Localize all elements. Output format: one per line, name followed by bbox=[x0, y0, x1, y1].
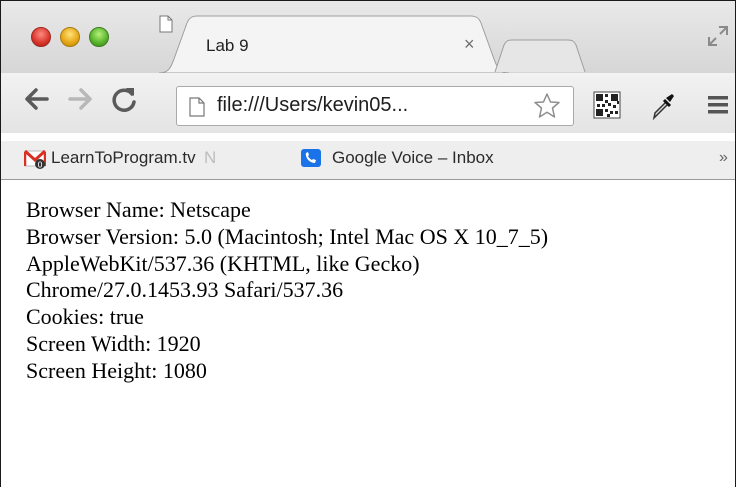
google-voice-icon bbox=[301, 149, 321, 167]
tab-close-icon[interactable]: × bbox=[464, 34, 475, 55]
forward-arrow-icon[interactable] bbox=[66, 85, 94, 113]
bookmarks-bar: 0 LearnToProgram.tv N Google Voice – Inb… bbox=[1, 141, 735, 180]
menu-icon[interactable] bbox=[706, 94, 730, 116]
svg-text:0: 0 bbox=[37, 161, 42, 170]
gmail-icon: 0 bbox=[24, 149, 46, 169]
bookmark-star-icon[interactable] bbox=[532, 91, 562, 121]
fullscreen-icon[interactable] bbox=[707, 25, 729, 47]
eyedropper-icon[interactable] bbox=[649, 91, 677, 121]
address-bar[interactable]: file:///Users/kevin05... bbox=[176, 86, 574, 126]
more-bookmarks-icon[interactable]: » bbox=[719, 149, 728, 167]
browser-version-continued-line: AppleWebKit/537.36 (KHTML, like Gecko) bbox=[26, 250, 420, 276]
bookmark-label: Google Voice – Inbox bbox=[332, 148, 494, 167]
close-window-button[interactable] bbox=[31, 27, 51, 47]
bookmark-label-faded: N bbox=[204, 148, 217, 167]
back-arrow-icon[interactable] bbox=[23, 85, 51, 113]
minimize-window-button[interactable] bbox=[60, 27, 80, 47]
tab-title: Lab 9 bbox=[206, 36, 249, 55]
window-controls bbox=[31, 27, 109, 47]
reload-icon[interactable] bbox=[109, 85, 139, 115]
screen-height-line: Screen Height: 1080 bbox=[26, 357, 207, 383]
new-tab-button[interactable] bbox=[494, 39, 586, 73]
qr-code-icon[interactable] bbox=[593, 91, 621, 119]
tab-lab-9[interactable]: Lab 9 × bbox=[159, 15, 509, 73]
browser-version-line: Browser Version: 5.0 (Macintosh; Intel M… bbox=[26, 223, 549, 249]
browser-name-line: Browser Name: Netscape bbox=[26, 197, 251, 222]
url-text: file:///Users/kevin05... bbox=[217, 94, 409, 116]
screen-width-line: Screen Width: 1920 bbox=[26, 330, 201, 356]
cookies-line: Cookies: true bbox=[26, 304, 144, 330]
tab-strip: Lab 9 × bbox=[1, 1, 735, 73]
browser-version-continued-line: Chrome/27.0.1453.93 Safari/537.36 bbox=[26, 277, 344, 303]
browser-window: Lab 9 × file:///Users/kevin05... 0 Learn… bbox=[0, 0, 736, 487]
page-content: Browser Name: Netscape Browser Version: … bbox=[26, 197, 548, 385]
zoom-window-button[interactable] bbox=[89, 27, 109, 47]
page-icon bbox=[189, 97, 205, 117]
page-icon bbox=[159, 15, 173, 33]
bookmark-label: LearnToProgram.tv bbox=[51, 148, 196, 167]
